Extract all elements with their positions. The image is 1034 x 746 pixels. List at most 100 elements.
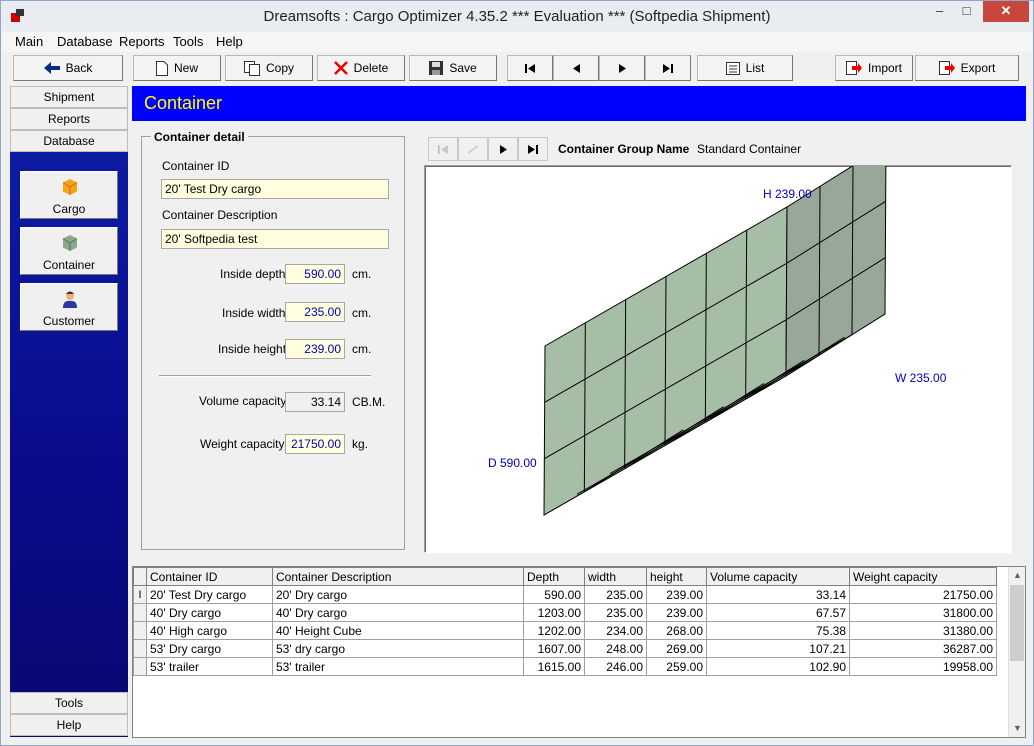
table-cell[interactable]: 259.00 xyxy=(646,657,707,676)
viewer-last-button[interactable] xyxy=(518,137,548,161)
column-header[interactable]: Container Description xyxy=(272,567,524,586)
table-cell[interactable]: 33.14 xyxy=(706,585,850,604)
table-cell[interactable]: 235.00 xyxy=(584,603,647,622)
table-cell[interactable]: 19958.00 xyxy=(849,657,997,676)
table-cell[interactable]: 1607.00 xyxy=(523,639,585,658)
scrollbar-thumb[interactable] xyxy=(1010,585,1024,661)
container-table[interactable]: Container ID Container Description Depth… xyxy=(132,566,1026,738)
table-cell[interactable]: 246.00 xyxy=(584,657,647,676)
customer-person-icon xyxy=(63,291,77,308)
copy-button[interactable]: Copy xyxy=(225,55,313,81)
table-cell[interactable]: 53' trailer xyxy=(272,657,524,676)
column-header[interactable]: width xyxy=(584,567,647,586)
back-button[interactable]: Back xyxy=(13,55,123,81)
weight-capacity-field[interactable]: 21750.00 xyxy=(285,434,345,454)
table-cell[interactable]: 20' Dry cargo xyxy=(272,585,524,604)
table-vertical-scrollbar[interactable]: ▲ ▼ xyxy=(1008,567,1025,737)
nav-tab-tools[interactable]: Tools xyxy=(10,692,128,714)
new-button[interactable]: New xyxy=(133,55,221,81)
table-cell[interactable]: 107.21 xyxy=(706,639,850,658)
table-cell[interactable]: 20' Test Dry cargo xyxy=(146,585,273,604)
arrow-left-icon xyxy=(43,62,60,74)
table-cell[interactable]: 235.00 xyxy=(584,585,647,604)
viewer-next-button[interactable] xyxy=(488,137,518,161)
table-cell[interactable]: 239.00 xyxy=(646,585,707,604)
nav-card-container[interactable]: Container xyxy=(20,227,118,275)
delete-button[interactable]: Delete xyxy=(317,55,405,81)
table-cell[interactable]: 53' Dry cargo xyxy=(146,639,273,658)
container-group-name-label: Container Group Name xyxy=(558,142,690,156)
table-cell[interactable]: 67.57 xyxy=(706,603,850,622)
container-description-field[interactable]: 20' Softpedia test xyxy=(161,229,389,249)
column-header[interactable]: Volume capacity xyxy=(706,567,850,586)
row-indicator[interactable] xyxy=(133,603,147,622)
previous-record-button[interactable] xyxy=(553,55,599,81)
inside-width-field[interactable]: 235.00 xyxy=(285,302,345,322)
table-cell[interactable]: 40' Dry cargo xyxy=(272,603,524,622)
scroll-up-icon[interactable]: ▲ xyxy=(1013,570,1022,580)
table-cell[interactable]: 53' dry cargo xyxy=(272,639,524,658)
table-cell[interactable]: 590.00 xyxy=(523,585,585,604)
table-cell[interactable]: 1615.00 xyxy=(523,657,585,676)
inside-depth-field[interactable]: 590.00 xyxy=(285,264,345,284)
nav-card-customer[interactable]: Customer xyxy=(20,283,118,331)
table-cell[interactable]: 21750.00 xyxy=(849,585,997,604)
table-cell[interactable]: 53' trailer xyxy=(146,657,273,676)
row-indicator[interactable] xyxy=(133,639,147,658)
close-icon[interactable]: ✕ xyxy=(983,1,1029,22)
last-record-button[interactable] xyxy=(645,55,691,81)
nav-tab-shipment[interactable]: Shipment xyxy=(10,86,128,108)
menu-tools[interactable]: Tools xyxy=(173,34,203,49)
table-cell[interactable]: 36287.00 xyxy=(849,639,997,658)
menu-help[interactable]: Help xyxy=(216,34,243,49)
viewer-previous-button[interactable] xyxy=(458,137,488,161)
table-cell[interactable]: 234.00 xyxy=(584,621,647,640)
table-row[interactable]: 53' Dry cargo 53' dry cargo 1607.00 248.00 2… xyxy=(133,639,997,658)
table-cell[interactable]: 248.00 xyxy=(584,639,647,658)
nav-card-cargo[interactable]: Cargo xyxy=(20,171,118,219)
inside-height-field[interactable]: 239.00 xyxy=(285,339,345,359)
table-cell[interactable]: 75.38 xyxy=(706,621,850,640)
table-cell[interactable]: 269.00 xyxy=(646,639,707,658)
table-cell[interactable]: 239.00 xyxy=(646,603,707,622)
row-indicator[interactable] xyxy=(133,621,147,640)
table-cell[interactable]: 40' High cargo xyxy=(146,621,273,640)
table-cell[interactable]: 40' Dry cargo xyxy=(146,603,273,622)
nav-tab-reports[interactable]: Reports xyxy=(10,108,128,130)
table-cell[interactable]: 1203.00 xyxy=(523,603,585,622)
nav-tab-help[interactable]: Help xyxy=(10,714,128,736)
scroll-down-icon[interactable]: ▼ xyxy=(1013,723,1022,733)
section-header: Container xyxy=(132,86,1026,121)
table-row[interactable]: 40' Dry cargo 40' Dry cargo 1203.00 235.00 2… xyxy=(133,603,997,622)
container-3d-view[interactable]: H 239.00 W 235.00 D 590.00 xyxy=(424,165,1012,553)
table-cell[interactable]: 268.00 xyxy=(646,621,707,640)
first-record-button[interactable] xyxy=(507,55,553,81)
nav-tab-database[interactable]: Database xyxy=(10,130,128,152)
table-cell[interactable]: 1202.00 xyxy=(523,621,585,640)
menu-reports[interactable]: Reports xyxy=(119,34,165,49)
menu-main[interactable]: Main xyxy=(15,34,43,49)
table-cell[interactable]: 31800.00 xyxy=(849,603,997,622)
next-record-button[interactable] xyxy=(599,55,645,81)
list-button[interactable]: List xyxy=(697,55,793,81)
column-header[interactable]: Container ID xyxy=(146,567,273,586)
column-header[interactable]: Weight capacity xyxy=(849,567,997,586)
import-button[interactable]: Import xyxy=(835,55,913,81)
viewer-first-button[interactable] xyxy=(428,137,458,161)
save-button[interactable]: Save xyxy=(409,55,497,81)
menu-database[interactable]: Database xyxy=(57,34,113,49)
table-row[interactable]: 40' High cargo 40' Height Cube 1202.00 234.… xyxy=(133,621,997,640)
row-indicator[interactable] xyxy=(133,657,147,676)
export-button[interactable]: Export xyxy=(915,55,1019,81)
container-id-field[interactable]: 20' Test Dry cargo xyxy=(161,179,389,199)
column-header[interactable]: Depth xyxy=(523,567,585,586)
row-indicator[interactable]: I xyxy=(133,585,147,604)
table-row[interactable]: 53' trailer 53' trailer 1615.00 246.00 259.0… xyxy=(133,657,997,676)
table-cell[interactable]: 102.90 xyxy=(706,657,850,676)
table-row[interactable]: I 20' Test Dry cargo 20' Dry cargo 590.00 23… xyxy=(133,585,997,604)
table-cell[interactable]: 40' Height Cube xyxy=(272,621,524,640)
maximize-icon[interactable]: □ xyxy=(953,1,980,22)
table-cell[interactable]: 31380.00 xyxy=(849,621,997,640)
minimize-icon[interactable]: – xyxy=(926,1,953,22)
column-header[interactable]: height xyxy=(646,567,707,586)
